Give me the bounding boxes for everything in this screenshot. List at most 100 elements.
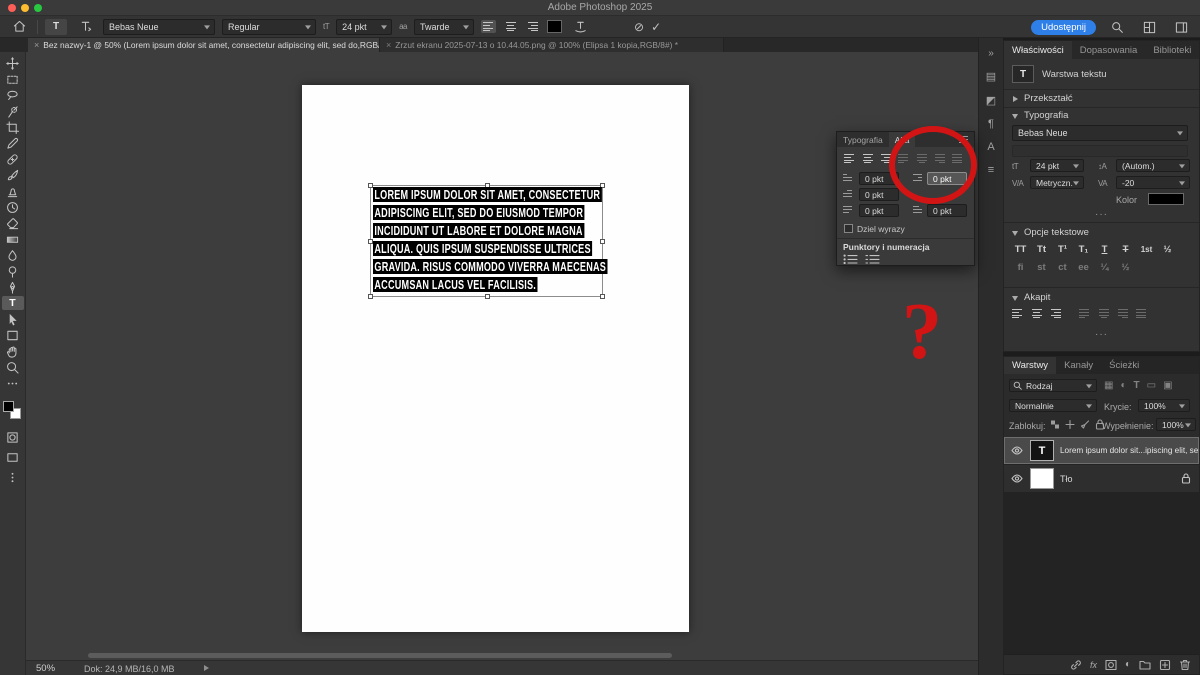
chevron-down-icon[interactable] [1012, 231, 1018, 236]
tool-zoom[interactable] [2, 360, 24, 374]
space-before-input[interactable]: 0 pkt [859, 204, 899, 217]
swatches-panel-icon[interactable]: ▤ [986, 70, 996, 83]
filter-smart-objects-icon[interactable]: ▣ [1163, 380, 1172, 391]
layer-mask-icon[interactable] [1105, 659, 1117, 671]
tab-close-icon[interactable]: × [386, 40, 391, 50]
align-center-button[interactable] [503, 20, 518, 33]
discretionary-ligatures-icon[interactable]: st [1031, 260, 1052, 274]
screen-mode-icon[interactable] [2, 450, 24, 464]
paragraph-panel-icon[interactable]: ¶ [988, 118, 994, 130]
tool-history-brush[interactable] [2, 200, 24, 214]
panel-options-icon[interactable] [1170, 20, 1192, 34]
layer-thumbnail-background[interactable] [1030, 468, 1054, 489]
section-paragraph[interactable]: Akapit [1024, 292, 1050, 303]
font-size-select[interactable]: 24 pkt [1030, 159, 1084, 172]
tab-typography[interactable]: Typografia [837, 132, 889, 147]
commit-edit-button[interactable]: ✓ [651, 21, 661, 33]
chevron-down-icon[interactable] [1012, 114, 1018, 119]
leading-select[interactable]: (Autom.) [1116, 159, 1190, 172]
more-options-button[interactable]: ··· [1004, 329, 1199, 340]
fractions-ot-icon[interactable]: ¼ [1094, 260, 1115, 274]
delete-layer-icon[interactable] [1179, 659, 1191, 671]
warp-text-icon[interactable] [569, 20, 591, 34]
tool-eyedropper[interactable] [2, 136, 24, 150]
align-center-button[interactable] [860, 152, 875, 165]
new-layer-icon[interactable] [1159, 659, 1171, 671]
layer-name[interactable]: Lorem ipsum dolor sit...ipiscing elit, s… [1060, 446, 1198, 455]
text-color-swatch[interactable] [547, 20, 563, 33]
workspace-switcher-icon[interactable] [1138, 20, 1160, 34]
document-tab-inactive[interactable]: × Zrzut ekranu 2025-07-13 o 10.44.05.png… [380, 38, 724, 52]
align-left-button[interactable] [1010, 307, 1025, 320]
stylistic-alternates-icon[interactable]: ee [1073, 260, 1094, 274]
link-layers-icon[interactable] [1070, 659, 1082, 671]
space-after-input[interactable]: 0 pkt [927, 204, 967, 217]
lock-position-icon[interactable] [1065, 419, 1075, 430]
menu-panel-icon[interactable]: ≡ [988, 164, 994, 176]
fractions-icon[interactable]: ½ [1157, 242, 1178, 256]
justify-last-left-button[interactable] [1077, 307, 1092, 320]
layer-filter-select[interactable]: Rodzaj [1009, 379, 1097, 392]
text-color-swatch[interactable] [1148, 193, 1184, 205]
underline-icon[interactable]: T [1094, 242, 1115, 256]
indent-first-line-input[interactable]: 0 pkt [859, 188, 899, 201]
edit-toolbar-icon[interactable] [2, 376, 24, 390]
cancel-edit-button[interactable]: ⊘ [634, 21, 644, 33]
section-transform[interactable]: Przekształć [1024, 93, 1073, 104]
lock-transparency-icon[interactable] [1050, 419, 1060, 430]
justify-all-button[interactable] [1134, 307, 1149, 320]
tab-close-icon[interactable]: × [34, 40, 39, 50]
chevron-down-icon[interactable] [1012, 296, 1018, 301]
selected-text-block[interactable]: LOREM IPSUM DOLOR SIT AMET, CONSECTETUR … [373, 187, 608, 293]
slashed-zero-icon[interactable]: ½ [1115, 260, 1136, 274]
align-center-button[interactable] [1029, 307, 1044, 320]
small-caps-icon[interactable]: Tt [1031, 242, 1052, 256]
tool-rectangular-marquee[interactable] [2, 72, 24, 86]
layer-name[interactable]: Tło [1060, 474, 1181, 484]
chevron-right-icon[interactable] [1013, 96, 1018, 102]
hyphenate-checkbox[interactable] [844, 224, 853, 233]
tool-brush[interactable] [2, 168, 24, 182]
font-style-select[interactable]: Regular [222, 18, 316, 35]
subscript-icon[interactable]: T₁ [1073, 242, 1094, 256]
tab-libraries[interactable]: Biblioteki [1145, 41, 1199, 59]
toolbar-more-icon[interactable] [2, 470, 24, 484]
tool-rectangle[interactable] [2, 328, 24, 342]
transform-handle[interactable] [485, 294, 490, 299]
font-family-select[interactable]: Bebas Neue [1012, 125, 1188, 141]
section-typography[interactable]: Typografia [1024, 110, 1068, 121]
filter-type-layers-icon[interactable]: T [1134, 380, 1140, 391]
tool-dodge[interactable] [2, 264, 24, 278]
layer-visibility-toggle[interactable] [1011, 446, 1023, 455]
share-button[interactable]: Udostępnij [1031, 19, 1096, 35]
filter-pixel-layers-icon[interactable]: ▦ [1104, 380, 1113, 391]
contextual-alternates-icon[interactable]: ct [1052, 260, 1073, 274]
tab-properties[interactable]: Właściwości [1004, 41, 1072, 59]
tool-path-selection[interactable] [2, 312, 24, 326]
tab-layers[interactable]: Warstwy [1004, 357, 1057, 374]
lock-pixels-icon[interactable] [1080, 419, 1090, 430]
tool-clone-stamp[interactable] [2, 184, 24, 198]
layer-row-background[interactable]: Tło [1004, 465, 1199, 492]
tool-blur[interactable] [2, 248, 24, 262]
justify-last-right-button[interactable] [1115, 307, 1130, 320]
layer-thumbnail-text[interactable]: T [1030, 440, 1054, 461]
status-menu-arrow[interactable] [204, 665, 209, 671]
layer-row-text[interactable]: T Lorem ipsum dolor sit...ipiscing elit,… [1004, 437, 1199, 464]
tool-crop[interactable] [2, 120, 24, 134]
ligatures-icon[interactable]: fi [1010, 260, 1031, 274]
expand-panels-icon[interactable]: » [988, 48, 994, 59]
blend-mode-select[interactable]: Normalnie [1009, 399, 1097, 412]
tool-move[interactable] [2, 56, 24, 70]
document-tab-active[interactable]: × Bez nazwy-1 @ 50% (Lorem ipsum dolor s… [28, 38, 380, 52]
kerning-select[interactable]: Metryczn. [1030, 176, 1084, 189]
font-family-select[interactable]: Bebas Neue [103, 18, 215, 35]
numbered-list-button[interactable] [865, 254, 880, 264]
text-orientation-icon[interactable] [74, 20, 96, 34]
home-icon[interactable] [8, 20, 30, 34]
tool-hand[interactable] [2, 344, 24, 358]
fill-input[interactable]: 100% [1156, 418, 1196, 431]
strikethrough-icon[interactable]: T [1115, 242, 1136, 256]
all-caps-icon[interactable]: TT [1010, 242, 1031, 256]
font-size-select[interactable]: 24 pkt [336, 18, 393, 35]
